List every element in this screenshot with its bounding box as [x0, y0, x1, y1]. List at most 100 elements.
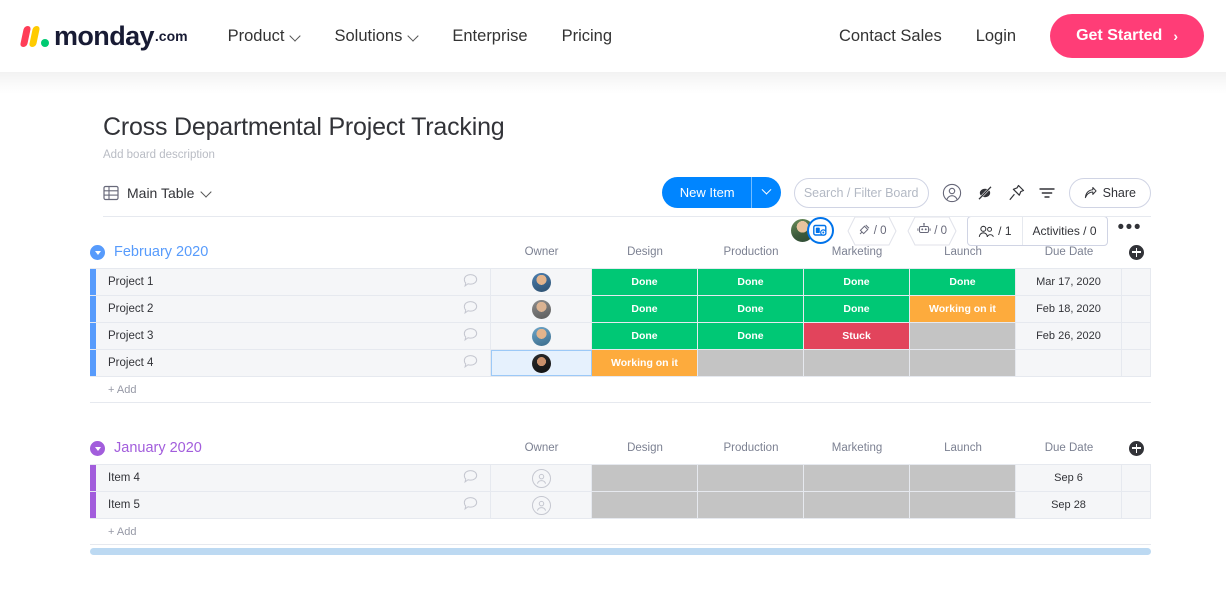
nav-link-solutions[interactable]: Solutions: [334, 27, 418, 46]
add-item-row[interactable]: + Add: [90, 377, 1151, 403]
avatar[interactable]: [531, 299, 551, 319]
cell-owner[interactable]: [491, 350, 592, 376]
filter-icon[interactable]: [1038, 186, 1056, 200]
person-filter-icon[interactable]: [942, 183, 962, 203]
column-header-design[interactable]: Design: [592, 246, 698, 258]
board-more-options-button[interactable]: •••: [1118, 218, 1142, 239]
cell-item-name[interactable]: Project 2: [96, 296, 491, 322]
monday-logo[interactable]: monday .com: [19, 21, 188, 52]
comment-icon[interactable]: [463, 301, 478, 318]
cell-due-date[interactable]: Sep 6: [1016, 465, 1122, 491]
cell-status-launch[interactable]: [910, 350, 1016, 376]
table-row[interactable]: Project 2 Done Done Done Working on it Feb 18…: [90, 296, 1151, 323]
column-header-due-date[interactable]: Due Date: [1016, 442, 1122, 454]
cell-status-design[interactable]: [592, 492, 698, 518]
page-title[interactable]: Cross Departmental Project Tracking: [103, 112, 505, 142]
login-link[interactable]: Login: [976, 27, 1016, 46]
table-row[interactable]: Project 4 Working on it: [90, 350, 1151, 377]
group-title[interactable]: February 2020: [114, 244, 208, 260]
cell-status-marketing[interactable]: Stuck: [804, 323, 910, 349]
cell-due-date[interactable]: Feb 18, 2020: [1016, 296, 1122, 322]
contact-sales-link[interactable]: Contact Sales: [839, 27, 942, 46]
cell-status-production[interactable]: Done: [698, 323, 804, 349]
cell-item-name[interactable]: Project 1: [96, 269, 491, 295]
cell-status-launch[interactable]: Done: [910, 269, 1016, 295]
comment-icon[interactable]: [463, 355, 478, 372]
hide-columns-icon[interactable]: [975, 185, 995, 201]
cell-status-marketing[interactable]: Done: [804, 269, 910, 295]
share-button[interactable]: Share: [1068, 177, 1151, 208]
cell-item-name[interactable]: Project 3: [96, 323, 491, 349]
cell-due-date[interactable]: Mar 17, 2020: [1016, 269, 1122, 295]
cell-due-date[interactable]: Feb 26, 2020: [1016, 323, 1122, 349]
table-row[interactable]: Item 4 Sep 6: [90, 465, 1151, 492]
avatar[interactable]: [531, 326, 551, 346]
chevron-down-icon[interactable]: [202, 188, 211, 197]
cell-owner[interactable]: [491, 323, 592, 349]
board-description-placeholder[interactable]: Add board description: [103, 149, 504, 161]
column-header-owner[interactable]: Owner: [491, 246, 592, 258]
column-header-marketing[interactable]: Marketing: [804, 246, 910, 258]
column-header-launch[interactable]: Launch: [910, 246, 1016, 258]
cell-status-launch[interactable]: [910, 465, 1016, 491]
pin-icon[interactable]: [1008, 184, 1025, 202]
cell-status-production[interactable]: [698, 492, 804, 518]
cell-status-marketing[interactable]: [804, 350, 910, 376]
avatar[interactable]: [531, 272, 551, 292]
cell-status-production[interactable]: Done: [698, 296, 804, 322]
column-header-owner[interactable]: Owner: [491, 442, 592, 454]
cell-owner[interactable]: [491, 492, 592, 518]
horizontal-scrollbar[interactable]: [90, 548, 1151, 555]
table-row[interactable]: Project 3 Done Done Stuck Feb 26, 2020: [90, 323, 1151, 350]
group-collapse-toggle[interactable]: [90, 440, 105, 456]
cell-status-launch[interactable]: Working on it: [910, 296, 1016, 322]
cell-status-launch[interactable]: [910, 492, 1016, 518]
group-collapse-toggle[interactable]: [90, 244, 105, 260]
table-row[interactable]: Project 1 Done Done Done Done Mar 17, 2020: [90, 269, 1151, 296]
cell-status-design[interactable]: Working on it: [592, 350, 698, 376]
tab-main-table[interactable]: Main Table: [103, 185, 211, 201]
search-input[interactable]: [794, 184, 928, 201]
cell-status-production[interactable]: [698, 465, 804, 491]
column-header-production[interactable]: Production: [698, 246, 804, 258]
nav-link-product[interactable]: Product: [228, 27, 301, 46]
cell-status-design[interactable]: Done: [592, 296, 698, 322]
column-header-due-date[interactable]: Due Date: [1016, 246, 1122, 258]
column-header-design[interactable]: Design: [592, 442, 698, 454]
add-item-row[interactable]: + Add: [90, 519, 1151, 545]
cell-status-marketing[interactable]: Done: [804, 296, 910, 322]
column-header-production[interactable]: Production: [698, 442, 804, 454]
comment-icon[interactable]: [463, 328, 478, 345]
avatar-empty-icon[interactable]: [531, 468, 551, 488]
cell-status-marketing[interactable]: [804, 492, 910, 518]
cell-owner[interactable]: [491, 269, 592, 295]
search-input-wrapper[interactable]: [793, 177, 929, 208]
nav-link-enterprise[interactable]: Enterprise: [452, 27, 527, 46]
table-row[interactable]: Item 5 Sep 28: [90, 492, 1151, 519]
cell-status-production[interactable]: Done: [698, 269, 804, 295]
cell-status-design[interactable]: Done: [592, 323, 698, 349]
avatar-empty-icon[interactable]: [531, 495, 551, 515]
cell-owner[interactable]: [491, 296, 592, 322]
add-column-button[interactable]: [1129, 244, 1144, 260]
add-column-button[interactable]: [1129, 440, 1144, 456]
new-item-dropdown-button[interactable]: [752, 184, 781, 196]
comment-icon[interactable]: [463, 497, 478, 514]
cell-item-name[interactable]: Item 5: [96, 492, 491, 518]
cell-status-design[interactable]: Done: [592, 269, 698, 295]
cell-due-date[interactable]: [1016, 350, 1122, 376]
cell-due-date[interactable]: Sep 28: [1016, 492, 1122, 518]
new-item-button[interactable]: New Item: [661, 177, 781, 208]
cell-status-production[interactable]: [698, 350, 804, 376]
cell-status-launch[interactable]: [910, 323, 1016, 349]
cell-item-name[interactable]: Item 4: [96, 465, 491, 491]
cell-item-name[interactable]: Project 4: [96, 350, 491, 376]
cell-owner[interactable]: [491, 465, 592, 491]
group-title[interactable]: January 2020: [114, 440, 202, 456]
column-header-launch[interactable]: Launch: [910, 442, 1016, 454]
nav-link-pricing[interactable]: Pricing: [562, 27, 612, 46]
column-header-marketing[interactable]: Marketing: [804, 442, 910, 454]
cell-status-design[interactable]: [592, 465, 698, 491]
avatar[interactable]: [532, 353, 551, 373]
comment-icon[interactable]: [463, 274, 478, 291]
